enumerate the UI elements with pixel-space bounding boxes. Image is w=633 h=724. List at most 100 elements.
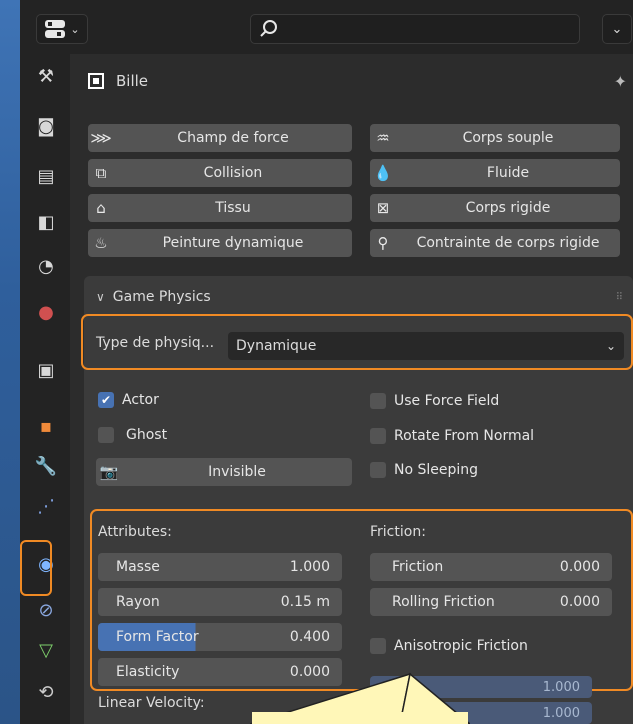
field-label: Masse — [116, 559, 160, 575]
anisotropic-friction-label: Anisotropic Friction — [394, 638, 528, 654]
tissu-button[interactable]: ⌂ Tissu — [88, 194, 352, 222]
properties-editor-icon — [45, 20, 66, 38]
constraints-icon: ⊘ — [38, 599, 54, 621]
collision-button[interactable]: ⧉ Collision — [88, 159, 352, 187]
actor-checkbox[interactable]: ✔ Actor — [98, 392, 159, 408]
contrainte-de-corps-rigide-button[interactable]: ⚲ Contrainte de corps rigide — [370, 229, 620, 257]
checkbox-box — [370, 393, 386, 409]
tab-object-data[interactable]: ▽ — [28, 634, 64, 666]
chevron-down-icon: ⌄ — [605, 339, 616, 353]
friction-heading: Friction: — [370, 524, 426, 540]
editor-type-button[interactable]: ⌄ — [36, 14, 88, 44]
field-label: Rayon — [116, 594, 160, 610]
tab-world[interactable]: ● — [28, 296, 64, 328]
checkbox-box — [370, 638, 386, 654]
tab-object[interactable]: ▪ — [28, 410, 64, 442]
search-icon — [260, 20, 277, 37]
tab-tool-settings[interactable]: ⚒ — [28, 60, 64, 92]
particles-icon: ⋰ — [37, 495, 55, 517]
no-sleeping-checkbox[interactable]: No Sleeping — [370, 462, 478, 478]
chevron-down-icon: ∨ — [96, 290, 105, 304]
aniso-x-value: 1.000 — [542, 679, 580, 695]
modifier-icon: 🔧 — [34, 455, 58, 477]
tab-particles[interactable]: ⋰ — [28, 490, 64, 522]
field-value: 0.400 — [289, 629, 330, 645]
aniso-y-value: 1.000 — [542, 705, 580, 721]
field-value: 0.000 — [559, 559, 600, 575]
field-label: Form Factor — [116, 629, 199, 645]
tab-constraints[interactable]: ⊘ — [28, 594, 64, 626]
corps-rigide-button[interactable]: ⊠ Corps rigide — [370, 194, 620, 222]
fluide-button[interactable]: 💧 Fluide — [370, 159, 620, 187]
peinture-dynamique-button[interactable]: ♨ Peinture dynamique — [88, 229, 352, 257]
button-label: Peinture dynamique — [162, 235, 304, 251]
physics-type-select[interactable]: Dynamique ⌄ — [228, 332, 624, 360]
rigid-body-constraint-icon: ⚲ — [377, 234, 389, 252]
tab-collection[interactable]: ▣ — [28, 354, 64, 386]
field-label: Rolling Friction — [392, 594, 495, 610]
tab-render[interactable]: ◙ — [28, 110, 64, 142]
tooltip-callout — [250, 672, 470, 724]
object-icon — [88, 73, 104, 89]
chevron-down-icon: ⌄ — [70, 22, 80, 36]
search-input[interactable] — [250, 14, 580, 44]
panel-title: Game Physics — [112, 289, 211, 305]
tab-output[interactable]: ▤ — [28, 160, 64, 192]
physics-type-value: Dynamique — [236, 338, 317, 354]
no-sleeping-label: No Sleeping — [394, 462, 479, 478]
object-icon: ▪ — [39, 415, 53, 437]
button-label: Tissu — [215, 200, 251, 216]
rotate-from-normal-checkbox[interactable]: Rotate From Normal — [370, 428, 534, 444]
button-label: Fluide — [486, 165, 530, 181]
button-label: Collision — [203, 165, 263, 181]
corps-souple-button[interactable]: ♒ Corps souple — [370, 124, 620, 152]
button-label: Corps rigide — [465, 200, 551, 216]
tab-view-layer[interactable]: ◧ — [28, 206, 64, 238]
invisible-toggle[interactable]: 📷 Invisible — [96, 458, 352, 486]
button-label: Champ de force — [177, 130, 289, 146]
checkmark-icon: ✔ — [98, 392, 114, 408]
actor-label: Actor — [122, 392, 159, 408]
pin-icon[interactable]: ✦ — [614, 72, 627, 91]
physics-type-label: Type de physiq... — [96, 335, 215, 351]
field-value: 0.15 m — [280, 594, 330, 610]
invisible-label: Invisible — [208, 464, 266, 480]
form-factor-field[interactable]: Form Factor 0.400 — [98, 623, 342, 651]
tab-texture[interactable]: ⟲ — [28, 676, 64, 708]
field-value: 0.000 — [559, 594, 600, 610]
tool-settings-icon: ⚒ — [37, 65, 55, 87]
use-force-field-label: Use Force Field — [394, 393, 500, 409]
attributes-heading: Attributes: — [98, 524, 172, 540]
object-data-icon: ▽ — [39, 639, 53, 661]
field-label: Elasticity — [116, 664, 180, 680]
field-value: 1.000 — [289, 559, 330, 575]
tab-modifier[interactable]: 🔧 — [28, 450, 64, 482]
fluid-icon: 💧 — [373, 164, 393, 182]
options-dropdown[interactable]: ⌄ — [602, 14, 632, 44]
friction-field[interactable]: Friction 0.000 — [370, 553, 612, 581]
render-icon: ◙ — [37, 115, 55, 137]
rolling-friction-field[interactable]: Rolling Friction 0.000 — [370, 588, 612, 616]
checkbox-box — [370, 428, 386, 444]
anisotropic-friction-checkbox[interactable]: Anisotropic Friction — [370, 638, 528, 654]
checkbox-box — [370, 462, 386, 478]
force-field-icon: ⋙ — [90, 129, 112, 147]
view-layer-icon: ◧ — [37, 211, 55, 233]
ghost-checkbox[interactable]: Ghost — [98, 427, 167, 443]
game-physics-header[interactable]: ∨ Game Physics ⠿ — [84, 280, 633, 314]
drag-handle-icon[interactable]: ⠿ — [616, 292, 623, 303]
object-name: Bille — [116, 72, 149, 90]
champ-de-force-button[interactable]: ⋙ Champ de force — [88, 124, 352, 152]
use-force-field-checkbox[interactable]: Use Force Field — [370, 393, 499, 409]
masse-field[interactable]: Masse 1.000 — [98, 553, 342, 581]
chevron-down-icon: ⌄ — [611, 21, 623, 37]
physics-tab-highlight — [20, 540, 52, 596]
soft-body-icon: ♒ — [376, 129, 390, 147]
collection-icon: ▣ — [37, 359, 55, 381]
checkbox-box — [98, 427, 114, 443]
rotate-from-normal-label: Rotate From Normal — [394, 428, 535, 444]
rayon-field[interactable]: Rayon 0.15 m — [98, 588, 342, 616]
tab-scene[interactable]: ◔ — [28, 250, 64, 282]
dynamic-paint-icon: ♨ — [94, 234, 108, 252]
cloth-icon: ⌂ — [96, 199, 106, 217]
